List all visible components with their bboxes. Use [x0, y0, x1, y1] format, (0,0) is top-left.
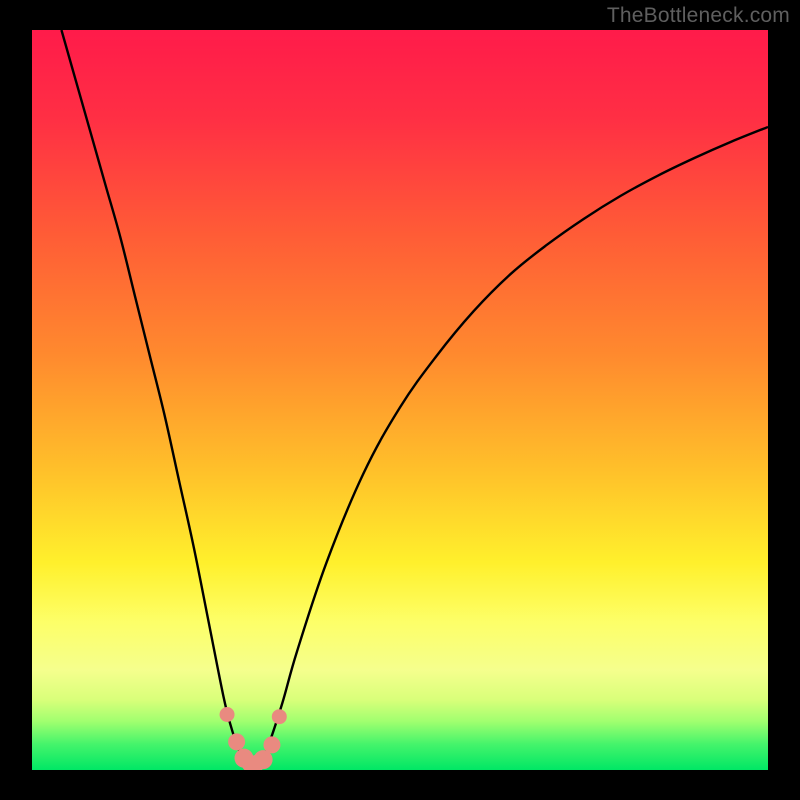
- marker-dot: [272, 710, 286, 724]
- marker-dot: [254, 751, 272, 769]
- marker-dot: [220, 708, 234, 722]
- marker-dot: [229, 734, 245, 750]
- gradient-background: [32, 30, 768, 770]
- watermark-text: TheBottleneck.com: [607, 4, 790, 28]
- marker-dot: [264, 737, 280, 753]
- chart-stage: TheBottleneck.com: [0, 0, 800, 800]
- bottleneck-chart: [0, 0, 800, 800]
